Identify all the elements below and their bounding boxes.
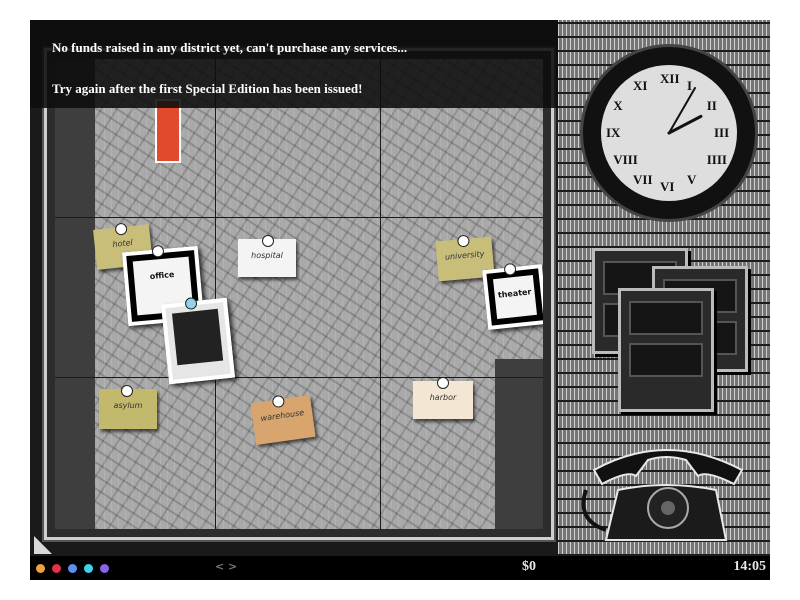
photo-card-theater[interactable]: theater — [482, 262, 543, 330]
pushpin-icon — [151, 244, 165, 258]
map-water-right — [495, 359, 543, 529]
note-label: hospital — [251, 251, 283, 260]
pushpin-icon — [456, 234, 470, 248]
city-map[interactable]: hotel hospital university asylum warehou… — [55, 59, 543, 529]
note-label: university — [444, 249, 485, 262]
map-grid-line — [55, 377, 543, 378]
wall-clock[interactable]: XII I II III IIII V VI VII VIII IX X XI — [580, 44, 758, 222]
city-map-board: hotel hospital university asylum warehou… — [44, 48, 554, 540]
location-note-hospital[interactable]: hospital — [238, 235, 296, 277]
photo-image — [171, 308, 224, 366]
pushpin-icon — [503, 262, 517, 276]
red-marker-tag[interactable] — [155, 99, 181, 163]
corner-page-icon[interactable] — [34, 536, 52, 554]
map-water-left — [55, 59, 95, 529]
location-note-harbor[interactable]: harbor — [413, 377, 473, 419]
message-line-1: No funds raised in any district yet, can… — [52, 40, 408, 55]
funds-display: $0 — [522, 559, 536, 574]
map-grid-line — [55, 217, 543, 218]
note-label: harbor — [429, 393, 457, 402]
map-grid-line — [215, 59, 216, 529]
suspect-photo[interactable] — [160, 296, 236, 385]
map-grid-line — [380, 59, 381, 529]
location-note-asylum[interactable]: asylum — [99, 385, 157, 429]
pushpin-icon — [271, 394, 286, 409]
telephone[interactable] — [566, 430, 756, 550]
clock-face: XII I II III IIII V VI VII VIII IX X XI — [601, 65, 737, 201]
filing-cabinets[interactable] — [588, 248, 756, 418]
status-dot-blue[interactable] — [68, 564, 77, 573]
location-note-warehouse[interactable]: warehouse — [250, 394, 316, 445]
time-display: 14:05 — [733, 559, 766, 574]
photo-card-label: theater — [493, 275, 537, 319]
pushpin-icon — [114, 222, 128, 236]
status-dot-orange[interactable] — [36, 564, 45, 573]
game-screen: hotel hospital university asylum warehou… — [30, 20, 770, 580]
status-dot-purple[interactable] — [100, 564, 109, 573]
status-dot-red[interactable] — [52, 564, 61, 573]
pushpin-icon — [262, 235, 274, 247]
status-dot-cyan[interactable] — [84, 564, 93, 573]
nav-arrows[interactable]: < > — [215, 560, 237, 573]
note-label: asylum — [113, 401, 143, 410]
pushpin-icon — [437, 377, 449, 389]
clock-hands — [667, 86, 703, 135]
note-label: hotel — [112, 237, 134, 250]
filing-cabinet-icon — [618, 288, 714, 412]
status-bar: < > $0 14:05 — [30, 556, 770, 580]
message-overlay: No funds raised in any district yet, can… — [30, 20, 570, 108]
telephone-icon — [581, 449, 744, 541]
pushpin-icon — [184, 296, 198, 311]
message-line-2: Try again after the first Special Editio… — [52, 81, 363, 96]
note-label: warehouse — [260, 408, 305, 424]
pushpin-icon — [121, 385, 133, 397]
